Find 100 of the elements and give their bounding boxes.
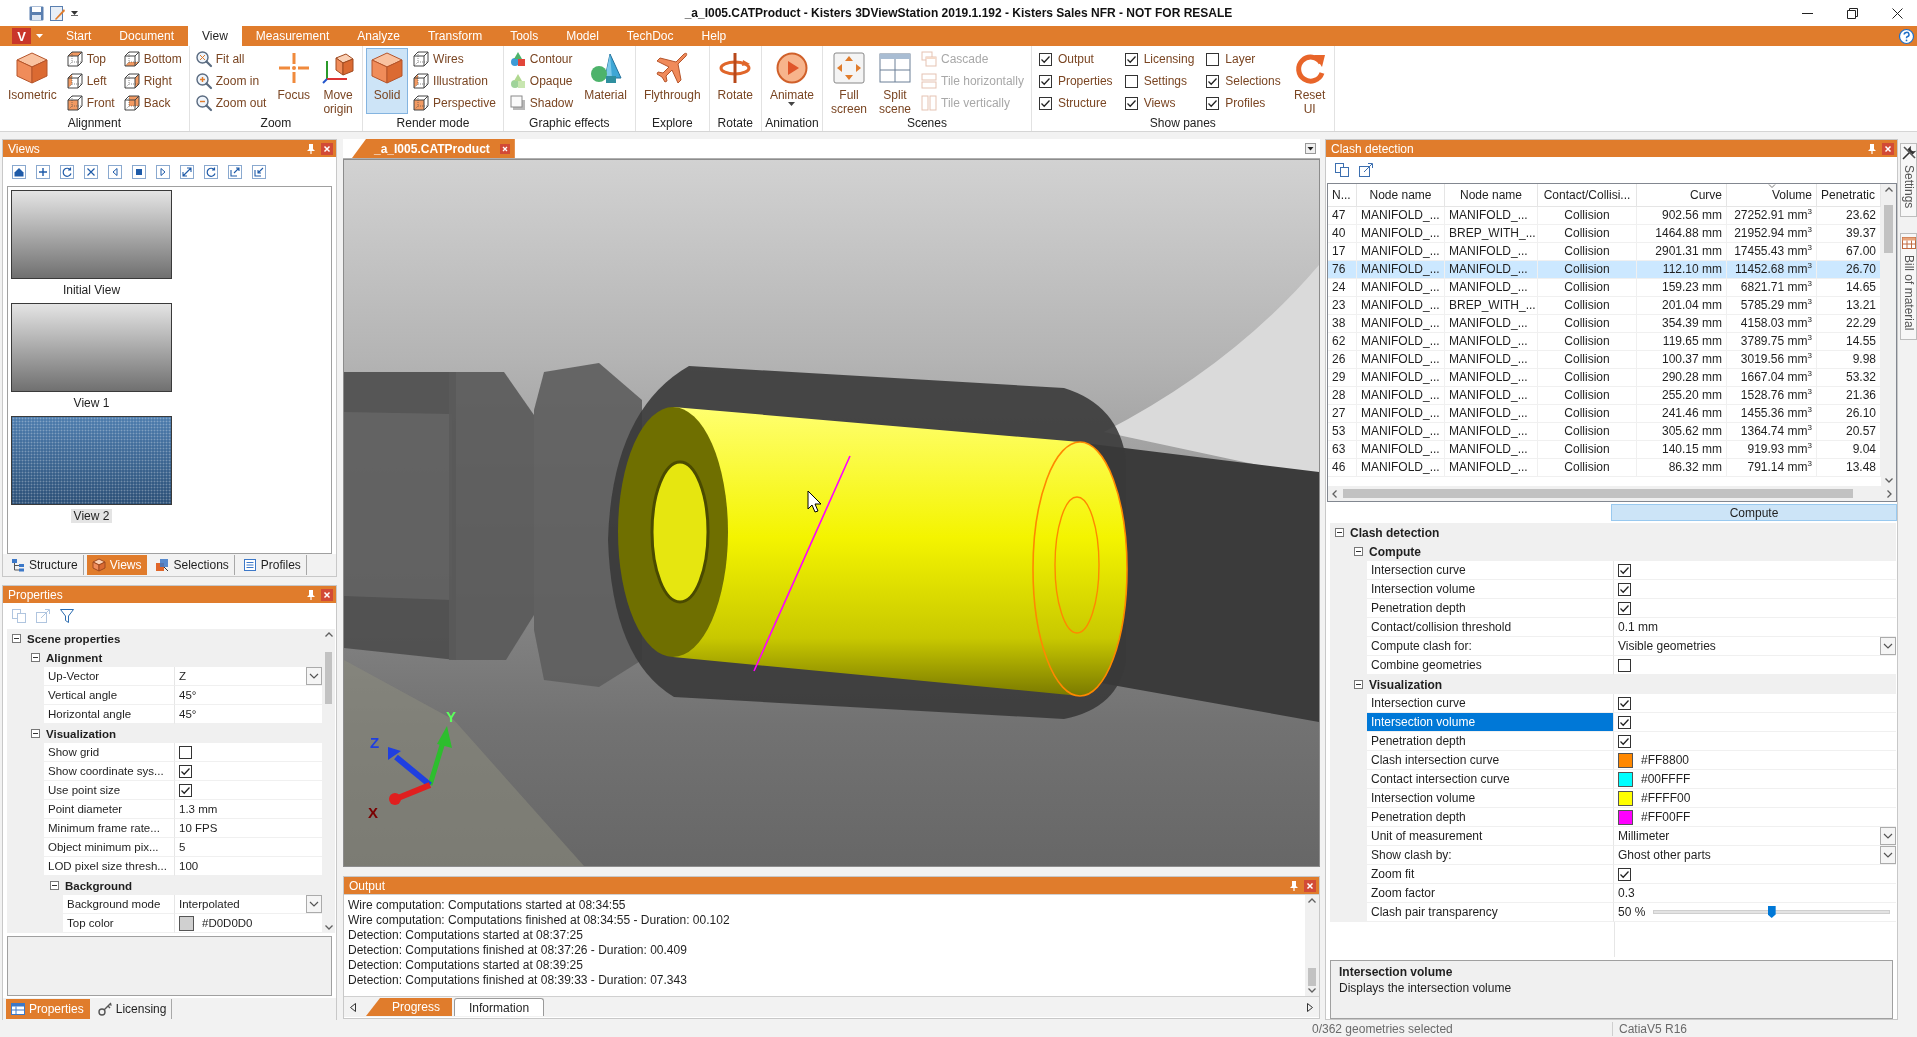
restore-icon[interactable] (1847, 7, 1858, 19)
checkbox[interactable] (1124, 96, 1138, 110)
pin-icon[interactable] (307, 589, 315, 600)
table-row[interactable]: 53 MANIFOLD_... MANIFOLD_... Collision 305.62 mm 1364.74 mm$^{3}$ 20.57 (1328, 423, 1881, 441)
property-name[interactable]: Intersection curve (1367, 561, 1614, 580)
minimize-icon[interactable] (1802, 12, 1813, 14)
panel-tab[interactable]: Structure (6, 555, 84, 575)
chevron-down-icon[interactable] (1884, 478, 1893, 483)
table-row[interactable]: 40 MANIFOLD_... BREP_WITH_... Collision 1464.88 mm 21952.94 mm$^{3}$ 39.37 (1328, 225, 1881, 243)
output-tab[interactable]: Information (454, 998, 545, 1016)
chevron-up-icon[interactable] (1884, 187, 1893, 192)
property-name[interactable]: Intersection volume (1367, 713, 1614, 732)
chevron-left-icon[interactable] (1332, 489, 1337, 498)
refresh-icon[interactable] (204, 164, 218, 179)
ribbon-button[interactable]: Focus (272, 48, 316, 114)
ribbon-button[interactable]: Full screen (825, 48, 872, 114)
checkbox[interactable] (1206, 96, 1220, 110)
property-name[interactable]: Penetration depth (1367, 732, 1614, 751)
chevron-up-icon[interactable] (324, 632, 333, 637)
ribbon-button[interactable]: Perspective (410, 92, 500, 114)
side-tab[interactable]: Settings (1900, 143, 1917, 218)
scrollbar-thumb[interactable] (1343, 489, 1853, 498)
minus-box-icon[interactable] (1335, 528, 1344, 537)
ribbon-button[interactable]: Front (63, 92, 119, 114)
property-name[interactable]: Object minimum pix... (44, 838, 175, 857)
plus-icon[interactable] (36, 164, 50, 179)
table-row[interactable]: 28 MANIFOLD_... MANIFOLD_... Collision 255.20 mm 1528.76 mm$^{3}$ 21.36 (1328, 387, 1881, 405)
table-row[interactable]: 27 MANIFOLD_... MANIFOLD_... Collision 241.46 mm 1455.36 mm$^{3}$ 26.10 (1328, 405, 1881, 423)
checkbox[interactable] (1038, 52, 1052, 66)
checkbox[interactable] (1038, 74, 1052, 88)
dropdown-field[interactable]: Ghost other parts (1614, 846, 1896, 865)
ribbon-button[interactable]: Animate (764, 48, 819, 114)
view-thumbnail[interactable] (11, 416, 172, 505)
ribbon-button[interactable]: Top (63, 48, 119, 70)
import-icon[interactable] (252, 164, 266, 179)
property-name[interactable]: Combine geometries (1367, 656, 1614, 675)
checkbox[interactable] (1124, 52, 1138, 66)
ribbon-tab[interactable]: View (188, 26, 242, 46)
edit-icon[interactable] (50, 5, 65, 21)
minus-box-icon[interactable] (50, 881, 59, 890)
property-name[interactable]: Unit of measurement (1367, 827, 1614, 846)
minus-box-icon[interactable] (31, 653, 40, 662)
pin-icon[interactable] (307, 143, 315, 154)
panel-tab[interactable]: Selections (150, 555, 235, 575)
checkbox[interactable] (1618, 582, 1631, 596)
ribbon-button[interactable]: Rotate (712, 48, 758, 114)
property-name[interactable]: Compute clash for: (1367, 637, 1614, 656)
ribbon-button[interactable]: Material (579, 48, 632, 114)
checkbox[interactable] (1618, 867, 1631, 881)
table-row[interactable]: 46 MANIFOLD_... MANIFOLD_... Collision 86.32 mm 791.14 mm$^{3}$ 13.48 (1328, 459, 1881, 477)
ribbon-button[interactable]: Isometric (3, 48, 62, 114)
property-name[interactable]: Minimum frame rate... (44, 819, 175, 838)
minus-box-icon[interactable] (1354, 547, 1363, 556)
ribbon-button[interactable]: Bottom (120, 48, 186, 70)
checkbox[interactable] (179, 764, 192, 778)
ribbon-button[interactable]: Split scene (874, 48, 916, 114)
minus-box-icon[interactable] (12, 634, 21, 643)
scrollbar-thumb[interactable] (1884, 205, 1893, 253)
property-name[interactable]: Horizontal angle (44, 705, 175, 724)
checkbox[interactable] (1618, 658, 1631, 672)
scrollbar[interactable] (1881, 184, 1896, 486)
dropdown-field[interactable]: Interpolated (175, 895, 322, 914)
slider-thumb[interactable] (1767, 906, 1776, 918)
checkbox[interactable] (179, 783, 192, 797)
ribbon-button[interactable]: Solid (366, 48, 409, 114)
checkbox[interactable] (1618, 715, 1631, 729)
ribbon-button[interactable]: Back (120, 92, 186, 114)
ribbon-button[interactable]: Reset UI (1288, 48, 1331, 114)
ribbon-button[interactable]: Illustration (410, 70, 500, 92)
ribbon-button[interactable]: Flythrough (638, 48, 706, 114)
property-name[interactable]: LOD pixel size thresh... (44, 857, 175, 876)
property-name[interactable]: Show coordinate sys... (44, 762, 175, 781)
filter-icon[interactable] (60, 609, 74, 623)
property-name[interactable]: Zoom factor (1367, 884, 1614, 903)
checkbox[interactable] (1618, 734, 1631, 748)
pin-icon[interactable] (1290, 880, 1298, 891)
checkbox[interactable] (1206, 74, 1220, 88)
property-name[interactable]: Up-Vector (44, 667, 175, 686)
table-row[interactable]: 62 MANIFOLD_... MANIFOLD_... Collision 119.65 mm 3789.75 mm$^{3}$ 14.55 (1328, 333, 1881, 351)
previous-icon[interactable] (108, 164, 122, 179)
property-name[interactable]: Top color (63, 914, 175, 933)
table-row[interactable]: 47 MANIFOLD_... MANIFOLD_... Collision 902.56 mm 27252.91 mm$^{3}$ 23.62 (1328, 207, 1881, 225)
dropdown-field[interactable]: Visible geometries (1614, 637, 1896, 656)
ribbon-button[interactable]: Left (63, 70, 119, 92)
property-name[interactable]: Use point size (44, 781, 175, 800)
ribbon-button[interactable]: Zoom in (192, 70, 271, 92)
ribbon-button[interactable]: Zoom out (192, 92, 271, 114)
checkbox[interactable] (1124, 74, 1138, 88)
property-name[interactable]: Show grid (44, 743, 175, 762)
caret-icon[interactable] (71, 10, 78, 16)
property-name[interactable]: Contact/collision threshold (1367, 618, 1614, 637)
refresh-icon[interactable] (60, 164, 74, 179)
export-icon[interactable] (1359, 163, 1373, 177)
caret-right-icon[interactable] (1307, 1002, 1313, 1012)
view-thumbnail[interactable] (11, 190, 172, 279)
close-icon[interactable] (1892, 7, 1903, 19)
property-name[interactable]: Background mode (63, 895, 175, 914)
delete-icon[interactable] (84, 164, 98, 179)
ribbon-button[interactable]: Shadow (506, 92, 578, 114)
property-name[interactable]: Intersection volume (1367, 580, 1614, 599)
